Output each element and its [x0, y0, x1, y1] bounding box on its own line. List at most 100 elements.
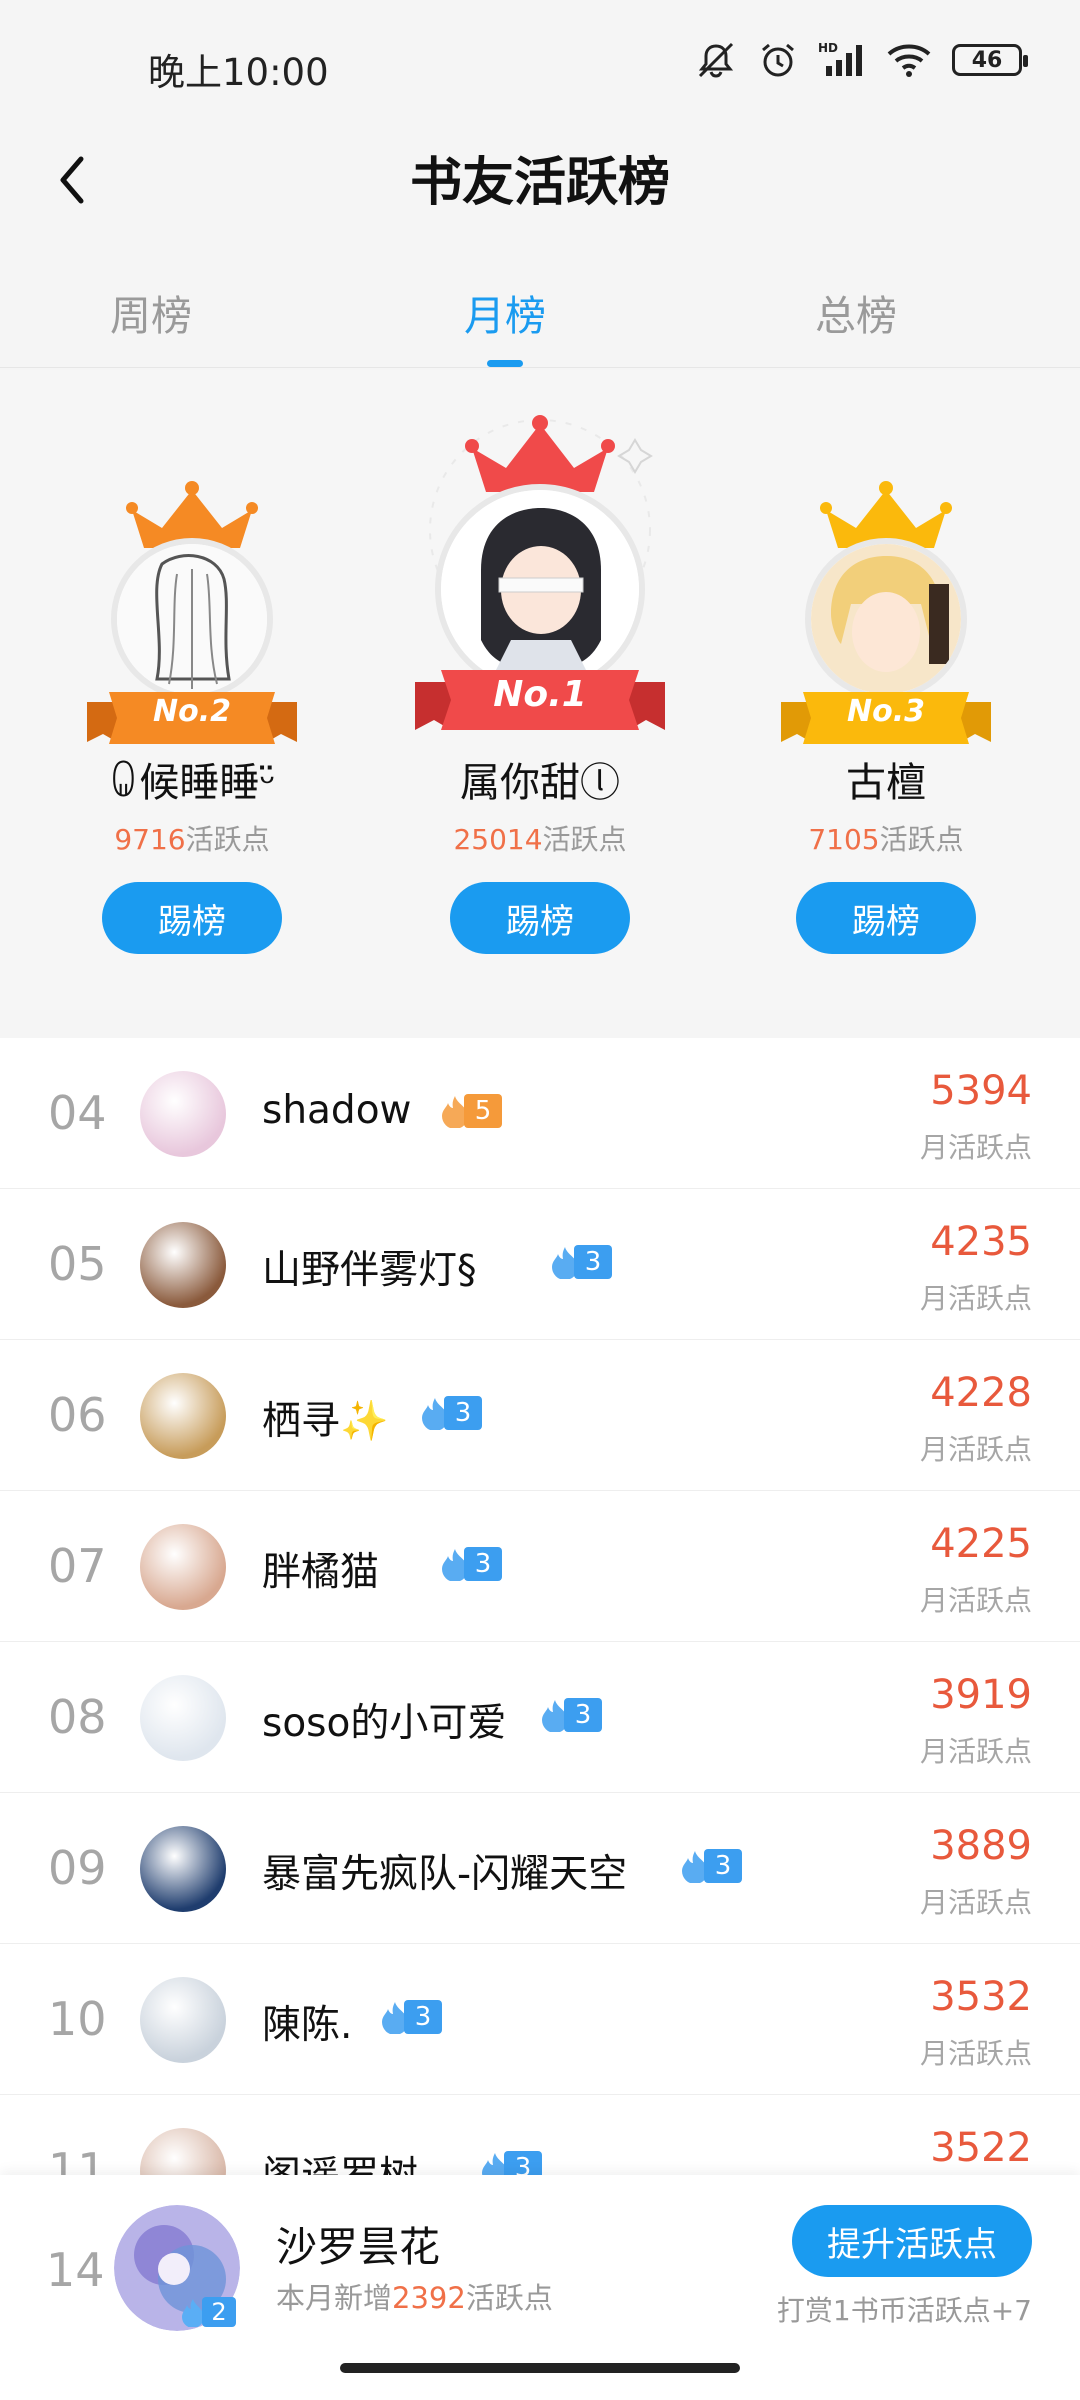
- alarm-icon: [762, 43, 794, 77]
- list-score-unit: 月活跃点: [919, 2037, 1032, 2070]
- battery-level: 46: [971, 47, 1003, 73]
- avatar-second[interactable]: [111, 538, 273, 700]
- kick-button-third[interactable]: 踢榜: [796, 882, 976, 954]
- signal-icon: HD: [818, 41, 862, 76]
- level-badge: 3: [480, 2151, 560, 2178]
- my-name: 沙罗昙花: [276, 2223, 440, 2271]
- list-avatar[interactable]: [140, 1222, 226, 1308]
- list-name: 阁遥罗树: [262, 2154, 419, 2178]
- list-avatar[interactable]: [140, 1977, 226, 2063]
- ranking-list: 04 shadow 5 5394 月活跃点 05 山野伴雾灯§ 3 4235 月活跃点 06 栖寻✨ 3…: [0, 1038, 1080, 2178]
- my-gain-suffix: 活跃点: [465, 2281, 553, 2315]
- tab-weekly[interactable]: 周榜: [110, 282, 192, 342]
- list-avatar[interactable]: [140, 1373, 226, 1459]
- podium-first-points-value: 25014: [453, 823, 543, 856]
- podium-first-name: 属你甜ⓛ: [460, 760, 620, 806]
- top-three-podium: No.2 ꐑ候睡睡ᵕ̈ 9716活跃点 踢榜 No.1 属你甜ⓛ 25014活跃…: [0, 370, 1080, 1010]
- list-name: shadow: [262, 1088, 412, 1133]
- tab-total[interactable]: 总榜: [815, 282, 897, 342]
- list-avatar[interactable]: [140, 1071, 226, 1157]
- crown-icon: [465, 415, 615, 492]
- list-rank: 04: [48, 1086, 107, 1140]
- level-number: 3: [444, 1396, 482, 1430]
- podium-second-points-value: 9716: [114, 823, 186, 856]
- rank-label-second: No.2: [153, 694, 231, 729]
- list-score: 4228: [930, 1370, 1032, 1416]
- ranking-tabs: 周榜 月榜 总榜: [0, 270, 1080, 368]
- level-number: 5: [464, 1094, 502, 1128]
- tab-monthly[interactable]: 月榜: [464, 282, 546, 342]
- level-badge: 3: [440, 1547, 520, 1581]
- rank-label-third: No.3: [847, 694, 925, 729]
- list-score: 4225: [930, 1521, 1032, 1567]
- list-score-unit: 月活跃点: [919, 1282, 1032, 1315]
- podium-third-points: 7105活跃点: [736, 818, 1036, 858]
- list-item[interactable]: 08 soso的小可爱 3 3919 月活跃点: [0, 1642, 1080, 1793]
- list-item[interactable]: 04 shadow 5 5394 月活跃点: [0, 1038, 1080, 1189]
- level-badge: 3: [540, 1698, 620, 1732]
- status-icons: HD 46: [694, 40, 1028, 80]
- status-bar: 晚上10:00 HD 46: [0, 0, 1080, 130]
- points-unit: 活跃点: [185, 823, 270, 856]
- mute-bell-icon: [698, 42, 734, 78]
- level-badge: 3: [420, 1396, 500, 1430]
- home-indicator[interactable]: [340, 2363, 740, 2373]
- avatar-third[interactable]: [805, 538, 967, 700]
- list-avatar[interactable]: [140, 2128, 226, 2178]
- list-rank: 08: [48, 1690, 107, 1744]
- podium-first: No.1 属你甜ⓛ 25014活跃点 踢榜: [390, 370, 690, 1010]
- list-score-unit: 月活跃点: [919, 1131, 1032, 1164]
- podium-second: No.2 ꐑ候睡睡ᵕ̈ 9716活跃点 踢榜: [42, 370, 342, 1010]
- reward-hint: 打赏1书币活跃点+7: [776, 2294, 1032, 2327]
- list-name: soso的小可爱: [262, 1701, 507, 1746]
- level-number: 3: [574, 1245, 612, 1279]
- list-score-unit: 月活跃点: [919, 1433, 1032, 1466]
- level-badge: 5: [440, 1094, 520, 1128]
- list-score: 3532: [930, 1974, 1032, 2020]
- list-item[interactable]: 07 胖橘猫 3 4225 月活跃点: [0, 1491, 1080, 1642]
- list-item[interactable]: 05 山野伴雾灯§ 3 4235 月活跃点: [0, 1189, 1080, 1340]
- list-rank: 09: [48, 1841, 107, 1895]
- list-rank: 11: [48, 2143, 107, 2178]
- list-name: 山野伴雾灯§: [262, 1248, 477, 1293]
- list-rank: 10: [48, 1992, 107, 2046]
- kick-button-first[interactable]: 踢榜: [450, 882, 630, 954]
- list-rank: 07: [48, 1539, 107, 1593]
- list-score-unit: 月活跃点: [919, 1886, 1032, 1919]
- points-unit: 活跃点: [879, 823, 964, 856]
- svg-text:HD: HD: [818, 41, 838, 55]
- list-item[interactable]: 11阁遥罗树33522月活跃点: [0, 2095, 1080, 2178]
- list-score-unit: 月活跃点: [919, 1735, 1032, 1768]
- list-name: 陳陈.: [262, 2003, 353, 2048]
- my-gain-prefix: 本月新增: [276, 2281, 393, 2315]
- list-name: 暴富先疯队-闪耀天空: [262, 1852, 628, 1897]
- list-item[interactable]: 09 暴富先疯队-闪耀天空 3 3889 月活跃点: [0, 1793, 1080, 1944]
- level-number: 3: [464, 1547, 502, 1581]
- list-rank: 05: [48, 1237, 107, 1291]
- points-unit: 活跃点: [542, 823, 627, 856]
- boost-activity-button[interactable]: 提升活跃点: [792, 2205, 1032, 2277]
- wifi-icon: [887, 44, 931, 77]
- avatar-first[interactable]: [435, 484, 645, 694]
- kick-button-second[interactable]: 踢榜: [102, 882, 282, 954]
- list-item[interactable]: 10 陳陈. 3 3532 月活跃点: [0, 1944, 1080, 2095]
- my-level-badge: 2: [180, 2297, 236, 2327]
- my-level: 2: [202, 2297, 236, 2327]
- podium-second-points: 9716活跃点: [42, 818, 342, 858]
- list-item[interactable]: 06 栖寻✨ 3 4228 月活跃点: [0, 1340, 1080, 1491]
- podium-third: No.3 古檀 7105活跃点 踢榜: [736, 370, 1036, 1010]
- list-avatar[interactable]: [140, 1524, 226, 1610]
- list-name: 胖橘猫: [262, 1550, 380, 1595]
- rank-label-first: No.1: [493, 674, 587, 715]
- active-tab-indicator: [487, 360, 523, 367]
- list-rank: 06: [48, 1388, 107, 1442]
- level-number: 3: [704, 1849, 742, 1883]
- list-score: 5394: [930, 1068, 1032, 1114]
- list-avatar[interactable]: [140, 1826, 226, 1912]
- status-time: 晚上10:00: [148, 51, 329, 94]
- list-score: 3522: [930, 2125, 1032, 2171]
- list-score: 3889: [930, 1823, 1032, 1869]
- level-badge: 3: [380, 2000, 460, 2034]
- my-monthly-gain: 本月新增2392活跃点: [276, 2275, 553, 2317]
- list-avatar[interactable]: [140, 1675, 226, 1761]
